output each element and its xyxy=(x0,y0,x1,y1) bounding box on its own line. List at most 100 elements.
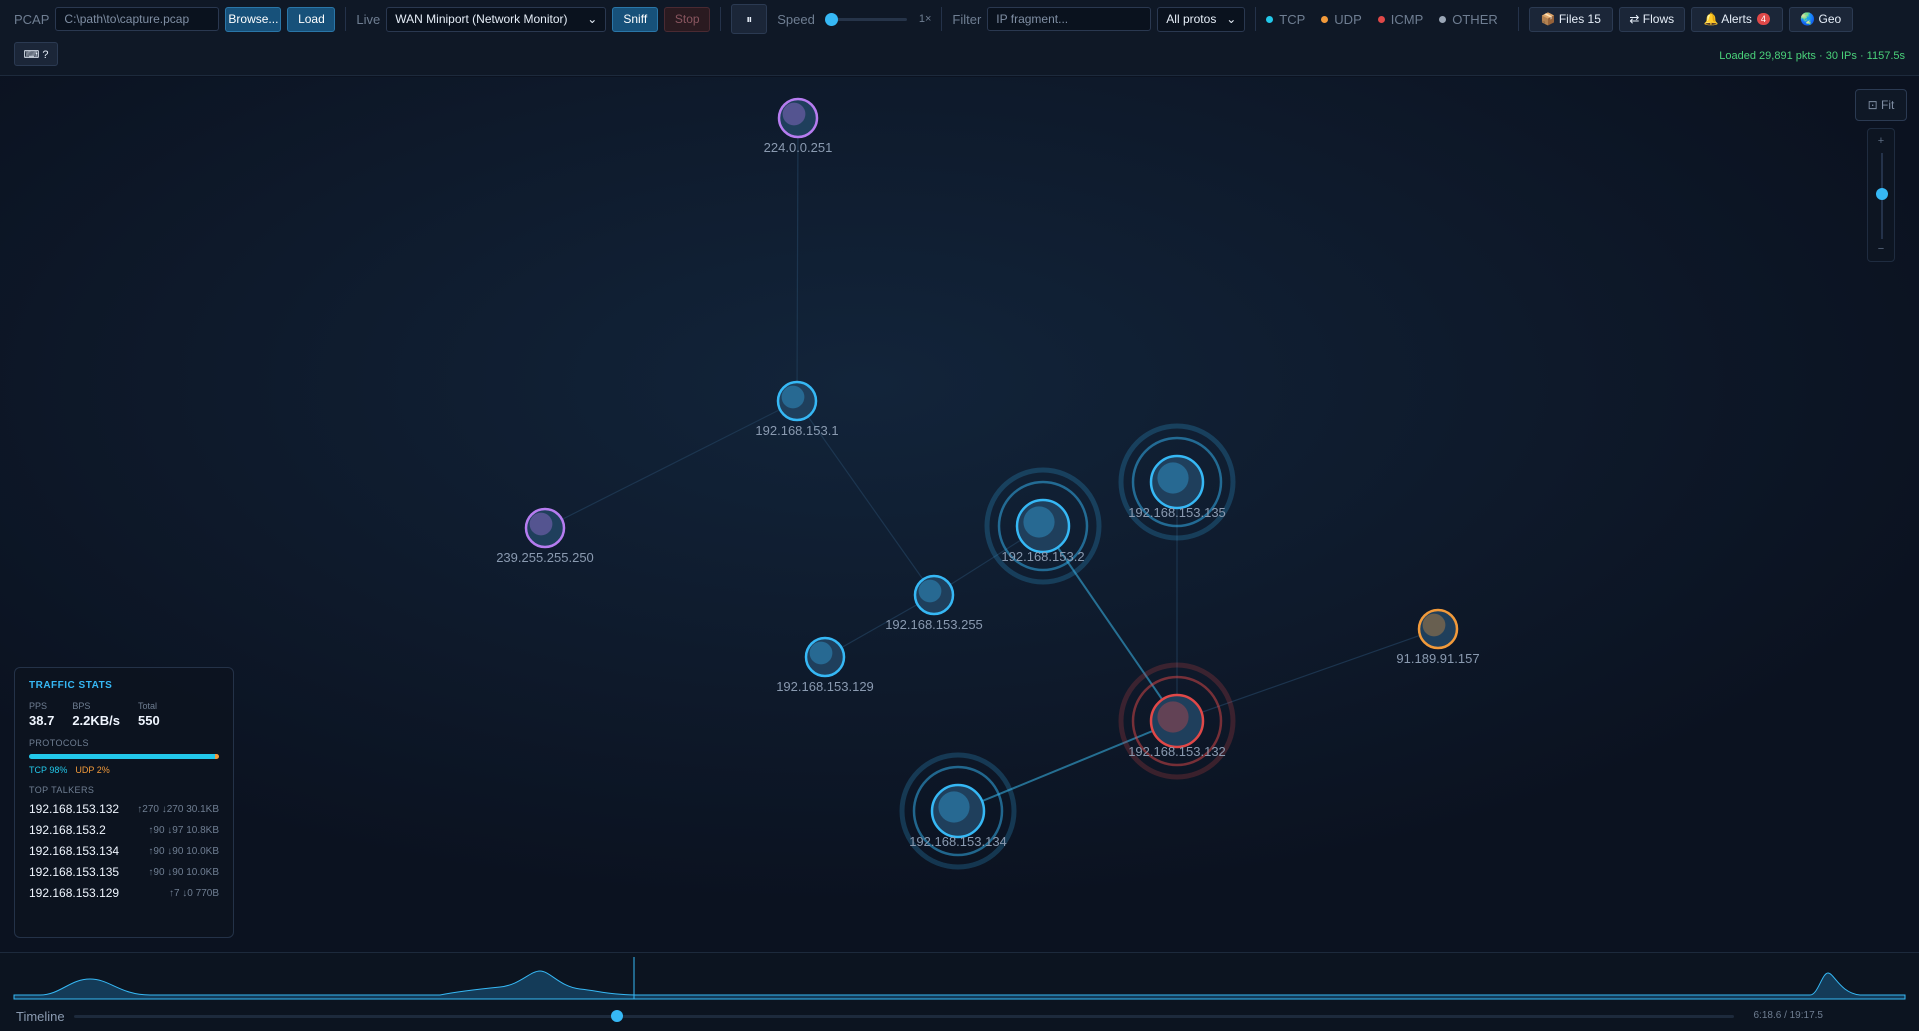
node-highlight xyxy=(938,791,970,823)
talker-ip: 192.168.153.2 xyxy=(29,823,106,837)
talker-traffic: ↑7 ↓0 770B xyxy=(168,887,219,899)
timeline-label: Timeline xyxy=(16,1009,65,1024)
legend-tcp[interactable]: TCP xyxy=(1266,12,1305,27)
pps-metric: PPS 38.7 xyxy=(29,701,55,728)
icmp-dot-icon xyxy=(1377,15,1385,23)
load-status: Loaded 29,891 pkts · 30 IPs · 1157.5s xyxy=(1719,50,1905,62)
protocol-legend: TCP 98% UDP 2% xyxy=(29,765,219,775)
browse-button[interactable]: Browse... xyxy=(225,6,282,32)
tcp-dot-icon xyxy=(1266,15,1274,23)
divider xyxy=(720,7,722,31)
traffic-sparkline xyxy=(13,957,1906,1000)
protocol-bar-tcp xyxy=(29,754,216,759)
pause-button[interactable]: ⏸ xyxy=(731,4,768,34)
talker-ip: 192.168.153.135 xyxy=(29,865,120,879)
load-button[interactable]: Load xyxy=(287,6,336,32)
zoom-slider-knob[interactable] xyxy=(1876,188,1888,200)
divider xyxy=(1255,7,1257,31)
legend-other[interactable]: OTHER xyxy=(1439,12,1498,27)
geo-button[interactable]: 🌏 Geo xyxy=(1788,6,1853,32)
talker-traffic: ↑90 ↓97 10.8KB xyxy=(148,824,219,836)
timeline-track[interactable] xyxy=(74,1015,1734,1018)
node-label: 239.255.255.250 xyxy=(496,550,594,565)
stats-metrics: PPS 38.7 BPS 2.2KB/s Total 550 xyxy=(29,701,219,728)
fit-button[interactable]: ⊡ Fit xyxy=(1855,89,1907,121)
talker-row[interactable]: 192.168.153.135 ↑90 ↓90 10.0KB xyxy=(29,865,219,879)
timeline-time: 6:18.6 / 19:17.5 xyxy=(1753,1010,1823,1021)
talker-ip: 192.168.153.132 xyxy=(29,802,120,816)
node-label: 224.0.0.251 xyxy=(764,140,833,155)
network-graph[interactable]: 224.0.0.251 192.168.153.1 239.255.255.250 1… xyxy=(0,77,1919,952)
udp-dot-icon xyxy=(1321,15,1329,23)
pcap-label: PCAP xyxy=(14,11,50,27)
alerts-count-badge: 4 xyxy=(1756,13,1770,25)
sniff-button[interactable]: Sniff xyxy=(612,6,659,32)
divider xyxy=(941,7,943,31)
ip-filter-input[interactable]: IP fragment... xyxy=(987,7,1152,31)
node-highlight xyxy=(1023,506,1055,538)
bps-metric: BPS 2.2KB/s xyxy=(72,701,121,728)
graph-canvas[interactable]: 224.0.0.251 192.168.153.1 239.255.255.250 1… xyxy=(0,77,1919,952)
node-highlight xyxy=(1157,701,1189,733)
legend-udp[interactable]: UDP xyxy=(1321,12,1362,27)
zoom-out-button[interactable]: − xyxy=(1868,243,1894,255)
talker-ip: 192.168.153.129 xyxy=(29,886,120,900)
divider xyxy=(345,7,347,31)
node-label: 192.168.153.129 xyxy=(776,679,874,694)
total-metric: Total 550 xyxy=(138,701,160,728)
talker-row[interactable]: 192.168.153.2 ↑90 ↓97 10.8KB xyxy=(29,823,219,837)
talker-row[interactable]: 192.168.153.129 ↑7 ↓0 770B xyxy=(29,886,219,900)
talker-ip: 192.168.153.134 xyxy=(29,844,120,858)
other-dot-icon xyxy=(1439,15,1447,23)
node-label: 192.168.153.255 xyxy=(885,617,983,632)
sparkline-area xyxy=(13,970,1906,1000)
node-label: 192.168.153.1 xyxy=(755,423,838,438)
speed-slider[interactable] xyxy=(824,12,907,26)
timeline: Timeline 6:18.6 / 19:17.5 xyxy=(0,952,1919,1031)
node-label: 192.168.153.135 xyxy=(1128,505,1226,520)
talker-row[interactable]: 192.168.153.134 ↑90 ↓90 10.0KB xyxy=(29,844,219,858)
speed-slider-knob[interactable] xyxy=(824,12,838,26)
protocol-bar xyxy=(29,754,219,759)
talker-row[interactable]: 192.168.153.132 ↑270 ↓270 30.1KB xyxy=(29,802,219,816)
filter-label: Filter xyxy=(952,11,982,27)
chevron-down-icon: ⌄ xyxy=(587,12,598,26)
node-highlight xyxy=(782,102,806,126)
stop-button[interactable]: Stop xyxy=(664,6,711,32)
toolbar-row-secondary: ⌨ ? xyxy=(14,42,58,66)
node-label: 91.189.91.157 xyxy=(1396,651,1479,666)
protocol-select[interactable]: All protos ⌄ xyxy=(1157,6,1246,32)
node-label: 192.168.153.2 xyxy=(1001,549,1084,564)
tcp-percent: TCP 98% xyxy=(29,765,68,775)
talker-traffic: ↑270 ↓270 30.1KB xyxy=(137,803,219,815)
top-talkers-list: 192.168.153.132 ↑270 ↓270 30.1KB 192.168.1… xyxy=(29,802,219,900)
chevron-down-icon: ⌄ xyxy=(1226,12,1237,26)
timeline-knob[interactable] xyxy=(610,1010,623,1022)
legend-icmp[interactable]: ICMP xyxy=(1377,12,1423,27)
node-highlight xyxy=(1422,613,1446,637)
toolbar-row: PCAP C:\path\to\capture.pcap Browse... L… xyxy=(0,0,1919,38)
speed-value: 1× xyxy=(918,13,932,25)
node-highlight xyxy=(1157,462,1189,494)
protocol-select-value: All protos xyxy=(1166,12,1217,26)
protocols-label: PROTOCOLS xyxy=(29,738,89,748)
alerts-button[interactable]: 🔔 Alerts 4 xyxy=(1690,6,1783,32)
speed-label: Speed xyxy=(777,11,815,27)
node-label: 192.168.153.132 xyxy=(1128,744,1226,759)
protocol-bar-udp xyxy=(215,754,219,759)
node-highlight xyxy=(809,641,833,665)
zoom-in-button[interactable]: + xyxy=(1868,135,1894,147)
flows-button[interactable]: ⇄ Flows xyxy=(1618,6,1685,32)
toolbar: PCAP C:\path\to\capture.pcap Browse... L… xyxy=(0,0,1919,76)
talker-traffic: ↑90 ↓90 10.0KB xyxy=(148,845,219,857)
talker-traffic: ↑90 ↓90 10.0KB xyxy=(148,866,219,878)
files-button[interactable]: 📦 Files 15 xyxy=(1528,6,1613,32)
zoom-control: + − xyxy=(1867,128,1895,262)
keyboard-shortcuts-button[interactable]: ⌨ ? xyxy=(14,42,58,66)
pcap-path-input[interactable]: C:\path\to\capture.pcap xyxy=(55,7,220,31)
interface-select[interactable]: WAN Miniport (Network Monitor) ⌄ xyxy=(386,6,607,32)
interface-select-value: WAN Miniport (Network Monitor) xyxy=(395,12,568,26)
stats-title: TRAFFIC STATS xyxy=(29,680,113,691)
pause-icon: ⏸ xyxy=(746,11,753,26)
udp-percent: UDP 2% xyxy=(75,765,110,775)
